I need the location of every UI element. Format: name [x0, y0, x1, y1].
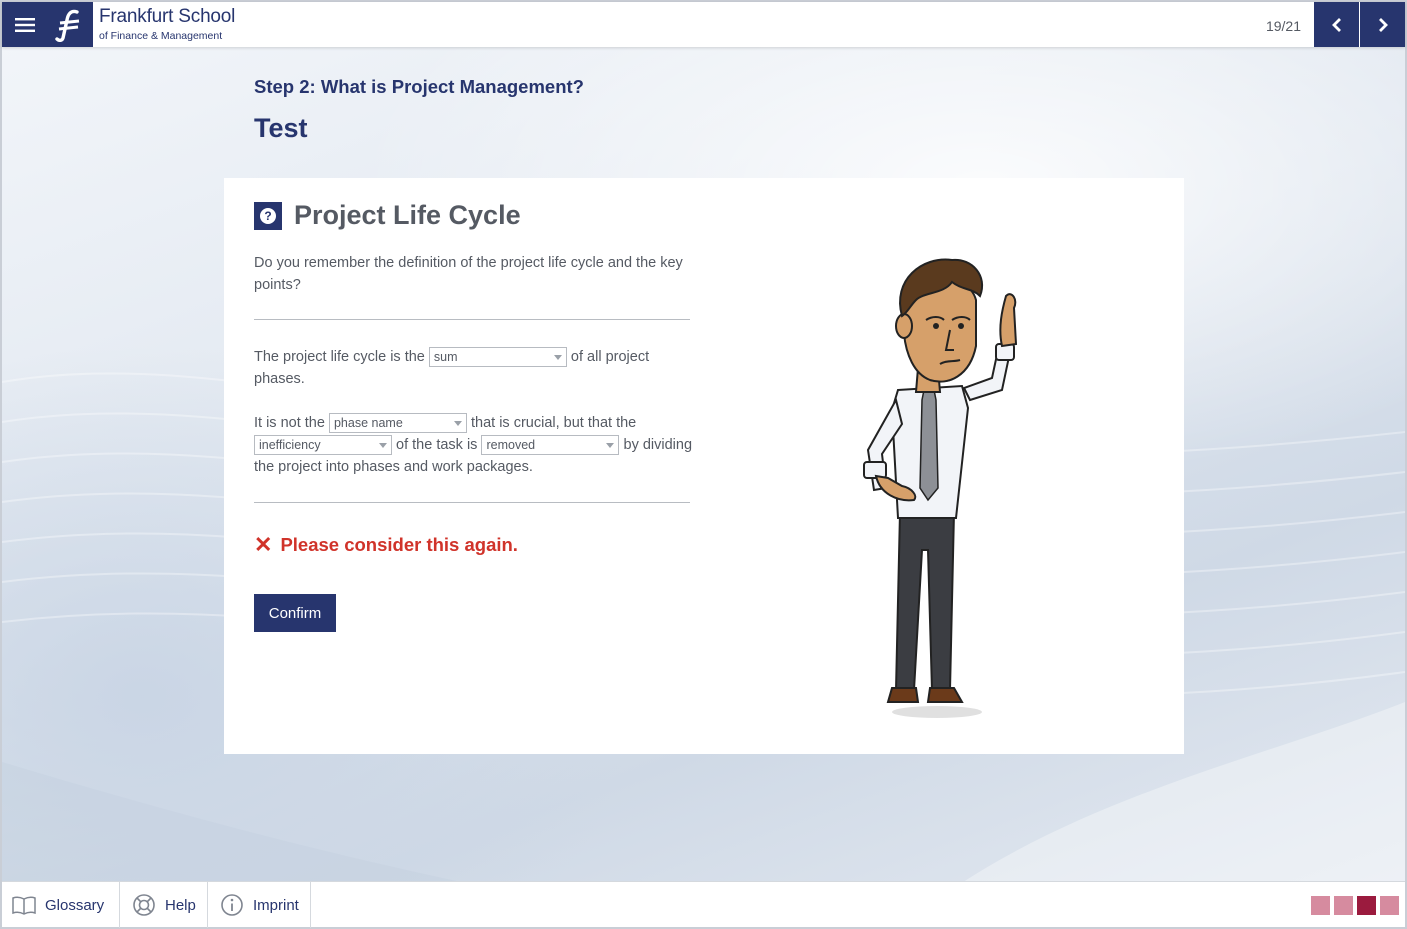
dropdown-inefficiency[interactable]: inefficiency	[254, 435, 392, 456]
progress-square[interactable]	[1380, 896, 1399, 915]
progress-square[interactable]	[1357, 896, 1376, 915]
hamburger-icon	[14, 17, 35, 32]
progress-square[interactable]	[1334, 896, 1353, 915]
dropdown-removed[interactable]: removed	[481, 435, 620, 456]
help-link[interactable]: Help	[120, 882, 208, 928]
dropdown-sum-value: sum	[433, 350, 458, 365]
bottom-bar: Glossary Help Imprint	[2, 881, 1405, 928]
question-intro: Do you remember the definition of the pr…	[254, 255, 683, 293]
next-page-button[interactable]	[1360, 2, 1405, 47]
error-x-icon: ✕	[254, 532, 273, 557]
sentence-1: The project life cycle is the sum of all…	[254, 346, 694, 390]
feedback-text: Please consider this again.	[280, 534, 518, 555]
menu-button[interactable]	[2, 2, 47, 47]
sentence-2-part-c: of the task is	[396, 437, 478, 453]
dropdown-arrow-icon	[379, 443, 387, 449]
info-icon	[220, 893, 244, 917]
dropdown-sum[interactable]: sum	[428, 347, 567, 368]
divider	[254, 502, 690, 503]
dropdown-arrow-icon	[453, 421, 462, 427]
card-title: Project Life Cycle	[294, 200, 521, 230]
sentence-2-part-b: that is crucial, but that the	[471, 415, 637, 431]
step-title: Step 2: What is Project Management?	[254, 76, 584, 97]
dropdown-phase-name-value: phase name	[333, 416, 403, 431]
book-icon	[12, 895, 36, 915]
glossary-link[interactable]: Glossary	[2, 882, 120, 928]
feedback-message: ✕ Please consider this again.	[254, 534, 518, 556]
thinking-man-illustration	[863, 258, 1018, 718]
top-bar: Frankfurt School of Finance & Management…	[2, 2, 1405, 47]
brand-logo-mark	[47, 2, 93, 47]
dropdown-phase-name[interactable]: phase name	[328, 413, 467, 434]
imprint-link[interactable]: Imprint	[208, 882, 311, 928]
brand-name: Frankfurt School of Finance & Management	[99, 7, 235, 43]
question-card: ? Project Life Cycle Do you remember the…	[224, 178, 1184, 754]
question-icon: ?	[254, 202, 282, 230]
page-counter: 19/21	[1265, 18, 1301, 34]
sentence-1-part-a: The project life cycle is the	[254, 349, 425, 365]
chapter-progress	[1307, 896, 1399, 915]
brand-logo-icon	[55, 9, 80, 42]
confirm-button[interactable]: Confirm	[254, 594, 336, 632]
brand-title: Frankfurt School	[99, 6, 236, 27]
help-label: Help	[165, 896, 196, 914]
sentence-2: It is not the phase name that is crucial…	[254, 412, 694, 478]
divider	[254, 319, 690, 320]
chevron-right-icon	[1378, 17, 1388, 32]
chevron-left-icon	[1331, 17, 1341, 32]
brand-subtitle: of Finance & Management	[99, 30, 223, 42]
dropdown-inefficiency-value: inefficiency	[259, 438, 321, 453]
section-title: Test	[254, 113, 308, 143]
dropdown-removed-value: removed	[486, 438, 536, 453]
glossary-label: Glossary	[45, 896, 105, 914]
imprint-label: Imprint	[253, 896, 299, 914]
dropdown-arrow-icon	[606, 443, 615, 449]
lifebuoy-icon	[132, 893, 156, 917]
dropdown-arrow-icon	[553, 355, 562, 361]
sentence-2-part-a: It is not the	[254, 415, 325, 431]
previous-page-button[interactable]	[1314, 2, 1359, 47]
progress-square[interactable]	[1311, 896, 1330, 915]
